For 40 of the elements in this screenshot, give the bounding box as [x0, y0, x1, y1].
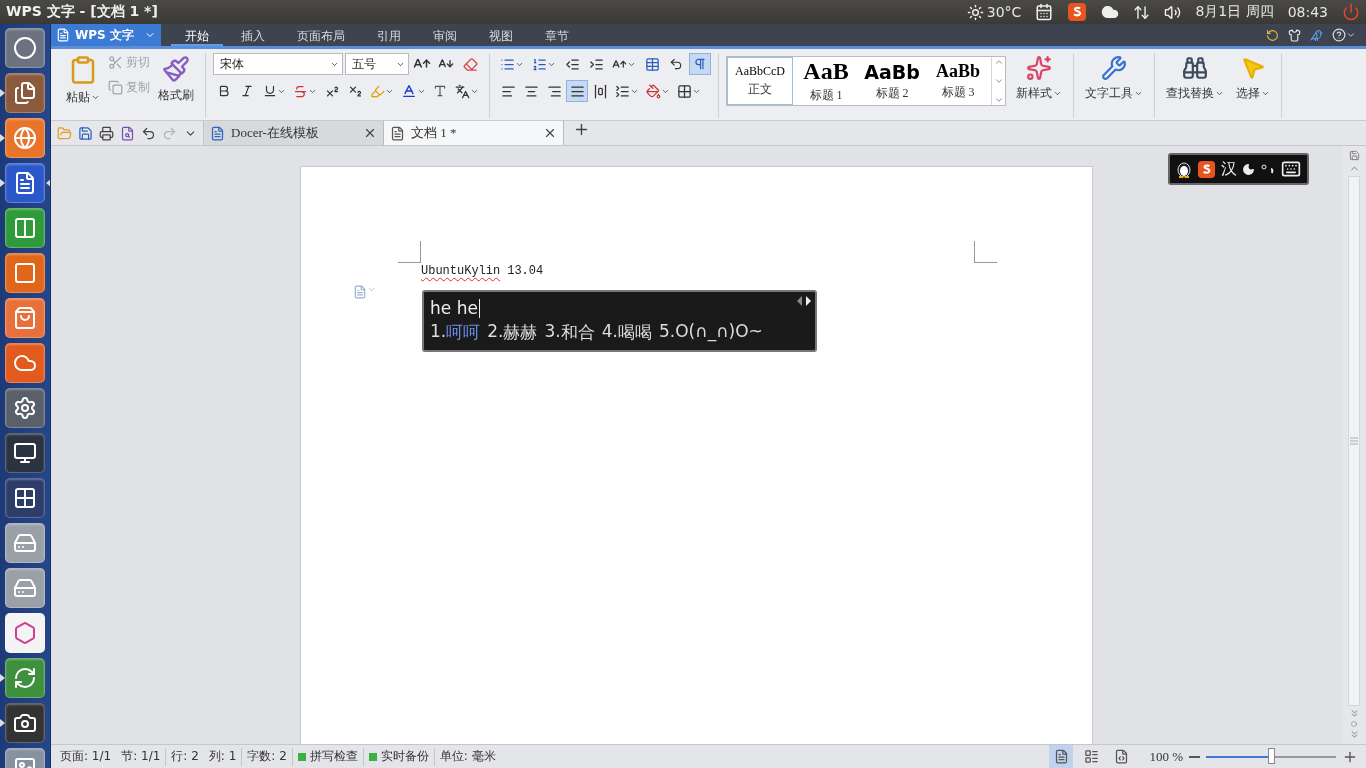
ribbon-tab[interactable]: 页面布局: [283, 24, 359, 46]
temperature: 30°C: [986, 4, 1022, 20]
status-text: 单位: 毫米: [439, 748, 496, 765]
document-tab[interactable]: Docer-在线模板: [204, 121, 384, 145]
input-mode[interactable]: 汉: [1221, 158, 1237, 180]
status-toggle[interactable]: 拼写检查: [292, 747, 364, 766]
composition-text: he he: [430, 298, 478, 318]
clock[interactable]: 08:43: [1287, 4, 1328, 20]
status-toggle[interactable]: 实时备份: [363, 747, 435, 766]
status-text: 节: 1/1: [121, 748, 161, 765]
ribbon-tab[interactable]: 引用: [363, 24, 415, 46]
date[interactable]: 8月1日 周四: [1195, 3, 1274, 21]
font-size-field[interactable]: 五号: [345, 53, 409, 75]
candidate[interactable]: 3.和合: [544, 321, 595, 344]
ribbon-tab[interactable]: 插入: [227, 24, 279, 46]
font-family-field[interactable]: 宋体: [213, 53, 343, 75]
candidate[interactable]: 2.赫赫: [487, 321, 538, 344]
select-button[interactable]: 选择: [1232, 53, 1274, 104]
new-style-button[interactable]: 新样式: [1012, 53, 1066, 104]
candidate[interactable]: 1.呵呵: [430, 321, 481, 344]
status-text: 列: 1: [208, 748, 237, 765]
paste-button[interactable]: 粘贴: [62, 53, 104, 108]
zoom-level: 100 %: [1149, 748, 1183, 765]
text-tools-button[interactable]: 文字工具: [1081, 53, 1147, 104]
candidate[interactable]: 4.喝喝: [601, 321, 652, 344]
status-text: 页面: 1/1: [60, 748, 112, 765]
find-replace-button[interactable]: 查找替换: [1162, 53, 1228, 104]
candidate[interactable]: 5.O(∩_∩)O~: [658, 321, 763, 344]
document-tab[interactable]: 文档 1 *: [384, 121, 564, 145]
window-title: WPS 文字 - [文档 1 *]: [6, 3, 158, 21]
ribbon-tab[interactable]: 章节: [531, 24, 583, 46]
status-text: 行: 2: [171, 748, 199, 765]
document-text: UbuntuKylin 13.04: [421, 264, 544, 278]
status-text: 字数: 2: [247, 748, 287, 765]
format-painter-button[interactable]: 格式刷: [154, 53, 198, 106]
ribbon-tab[interactable]: 视图: [475, 24, 527, 46]
app-menu-button[interactable]: WPS 文字: [51, 24, 161, 46]
ribbon-tab[interactable]: 开始: [171, 24, 223, 46]
ribbon-tab[interactable]: 审阅: [419, 24, 471, 46]
style-option[interactable]: AaBbCcD 正文: [727, 57, 793, 105]
